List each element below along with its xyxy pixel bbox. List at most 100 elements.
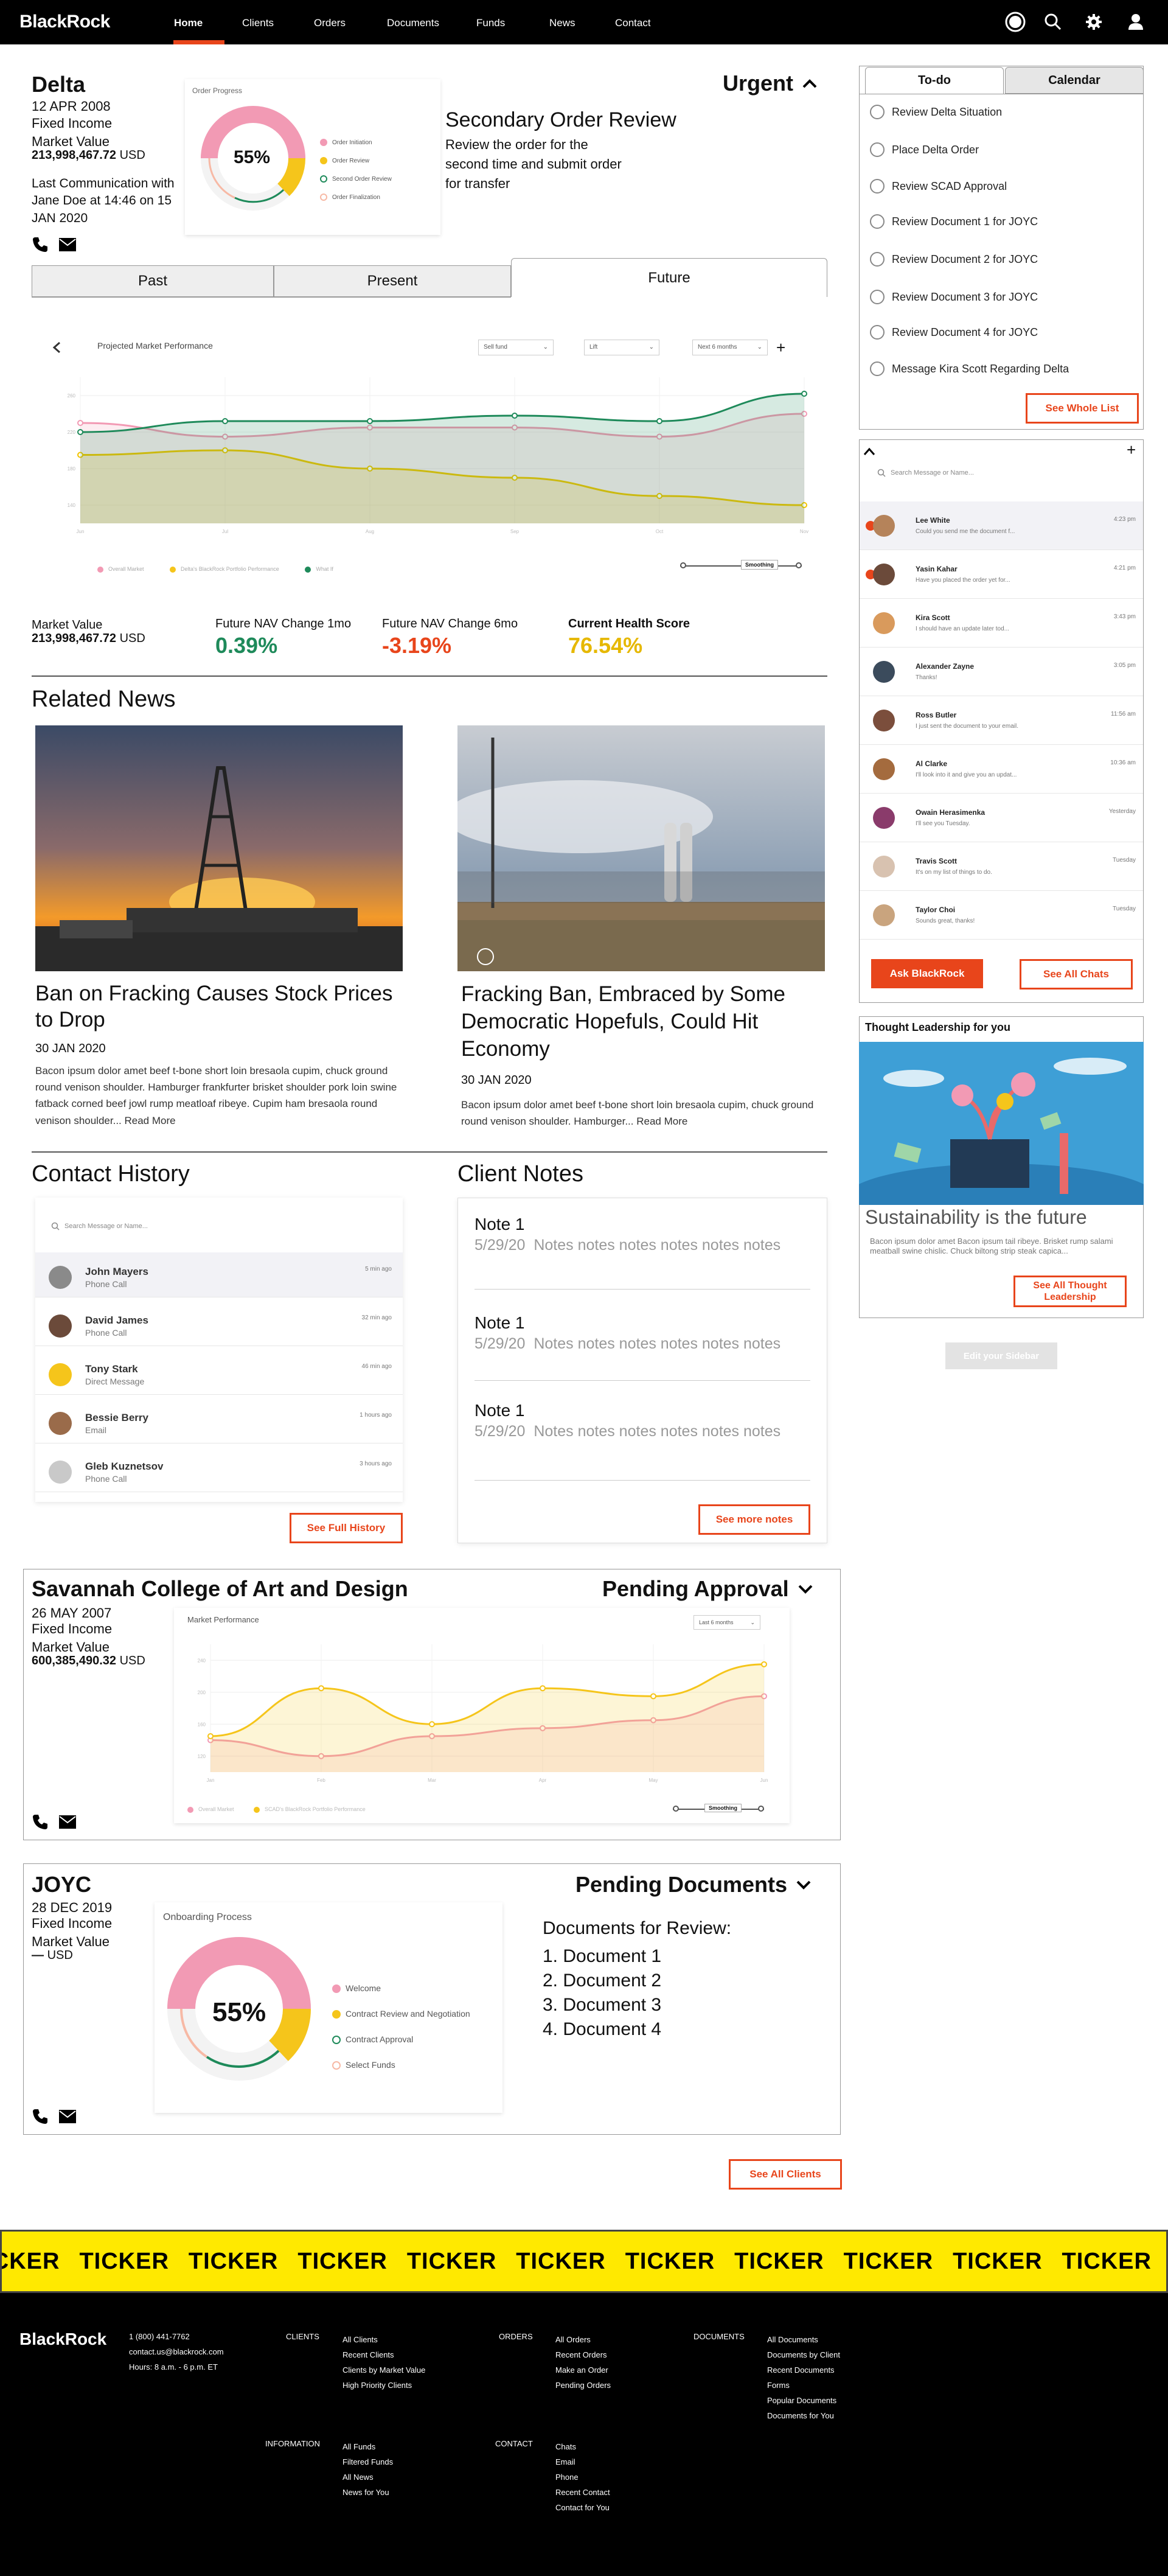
- priority-toggle[interactable]: Urgent: [723, 71, 818, 96]
- checkbox[interactable]: [870, 252, 885, 267]
- range-select[interactable]: Last 6 months ⌄: [693, 1615, 760, 1630]
- email-icon[interactable]: [58, 1815, 77, 1832]
- ask-blackrock-button[interactable]: Ask BlackRock: [871, 959, 983, 988]
- tab-past[interactable]: Past: [32, 265, 274, 297]
- checkbox[interactable]: [870, 325, 885, 340]
- ticker-item[interactable]: TICKER: [407, 2249, 496, 2275]
- footer-link[interactable]: Filtered Funds: [342, 2454, 393, 2470]
- see-all-chats-button[interactable]: See All Chats: [1020, 959, 1133, 990]
- contact-row[interactable]: David James Phone Call 32 min ago: [35, 1301, 403, 1346]
- footer-link[interactable]: All Funds: [342, 2439, 393, 2454]
- tab-future[interactable]: Future: [511, 258, 827, 297]
- note-title[interactable]: Note 1: [474, 1215, 525, 1234]
- doc-item[interactable]: 2. Document 2: [543, 1970, 661, 1991]
- news-headline-1[interactable]: Ban on Fracking Causes Stock Prices to D…: [35, 981, 403, 1033]
- chevron-up-icon[interactable]: [863, 447, 876, 456]
- footer-email[interactable]: contact.us@blackrock.com: [129, 2347, 224, 2356]
- tab-calendar[interactable]: Calendar: [1005, 67, 1144, 94]
- see-more-notes-button[interactable]: See more notes: [698, 1504, 810, 1535]
- ticker-item[interactable]: TICKER: [1062, 2249, 1152, 2275]
- contact-search[interactable]: Search Message or Name...: [51, 1222, 148, 1230]
- doc-item[interactable]: 4. Document 4: [543, 2019, 661, 2040]
- contact-row[interactable]: Bessie Berry Email 1 hours ago: [35, 1398, 403, 1443]
- nav-contact[interactable]: Contact: [615, 17, 651, 29]
- add-icon[interactable]: +: [776, 338, 785, 357]
- todo-item[interactable]: Place Delta Order: [870, 142, 979, 157]
- blackrock-logo[interactable]: BlackRock: [19, 12, 110, 32]
- news-headline-2[interactable]: Fracking Ban, Embraced by Some Democrati…: [461, 981, 826, 1063]
- doc-item[interactable]: 3. Document 3: [543, 1995, 661, 2016]
- sell-fund-select[interactable]: Sell fund ⌄: [478, 340, 554, 355]
- footer-link[interactable]: Forms: [767, 2378, 840, 2393]
- chevron-left-icon[interactable]: [51, 341, 62, 354]
- chat-row[interactable]: Kira Scott I should have an update later …: [860, 599, 1143, 647]
- footer-link[interactable]: All Clients: [342, 2332, 425, 2347]
- profile-ring-icon[interactable]: [1005, 12, 1026, 32]
- doc-item[interactable]: 1. Document 1: [543, 1946, 661, 1967]
- note-title[interactable]: Note 1: [474, 1313, 525, 1333]
- footer-link[interactable]: Chats: [555, 2439, 610, 2454]
- nav-orders[interactable]: Orders: [314, 17, 346, 29]
- footer-phone[interactable]: 1 (800) 441-7762: [129, 2332, 190, 2341]
- thought-leadership-title[interactable]: Sustainability is the future: [865, 1206, 1087, 1229]
- footer-link[interactable]: Documents for You: [767, 2408, 840, 2423]
- checkbox[interactable]: [870, 179, 885, 194]
- footer-link[interactable]: Recent Documents: [767, 2362, 840, 2378]
- status-toggle[interactable]: Pending Approval: [602, 1576, 813, 1602]
- email-icon[interactable]: [58, 237, 77, 255]
- checkbox[interactable]: [870, 290, 885, 304]
- gear-icon[interactable]: [1083, 12, 1104, 32]
- nav-news[interactable]: News: [549, 17, 575, 29]
- chat-row[interactable]: Al Clarke I'll look into it and give you …: [860, 745, 1143, 794]
- footer-link[interactable]: Recent Contact: [555, 2485, 610, 2500]
- edit-sidebar-button[interactable]: Edit your Sidebar: [945, 1342, 1057, 1369]
- chat-row[interactable]: Yasin Kahar Have you placed the order yet…: [860, 550, 1143, 599]
- image-play-icon[interactable]: [477, 948, 494, 965]
- phone-icon[interactable]: [32, 2108, 49, 2128]
- contact-row[interactable]: Gleb Kuznetsov Phone Call 3 hours ago: [35, 1447, 403, 1492]
- footer-link[interactable]: News for You: [342, 2485, 393, 2500]
- footer-link[interactable]: Phone: [555, 2470, 610, 2485]
- footer-link[interactable]: Clients by Market Value: [342, 2362, 425, 2378]
- footer-link[interactable]: Recent Clients: [342, 2347, 425, 2362]
- footer-link[interactable]: Email: [555, 2454, 610, 2470]
- footer-link[interactable]: All News: [342, 2470, 393, 2485]
- footer-link[interactable]: All Documents: [767, 2332, 840, 2347]
- footer-link[interactable]: Pending Orders: [555, 2378, 611, 2393]
- footer-link[interactable]: Popular Documents: [767, 2393, 840, 2408]
- client-name[interactable]: Delta: [32, 72, 85, 97]
- todo-item[interactable]: Review Delta Situation: [870, 105, 1002, 119]
- chat-row[interactable]: Travis Scott It's on my list of things to…: [860, 842, 1143, 891]
- footer-link[interactable]: All Orders: [555, 2332, 611, 2347]
- ticker-item[interactable]: TICKER: [79, 2249, 169, 2275]
- chat-row[interactable]: Ross Butler I just sent the document to y…: [860, 696, 1143, 745]
- ticker-item[interactable]: TICKER: [189, 2249, 278, 2275]
- footer-link[interactable]: Make an Order: [555, 2362, 611, 2378]
- range-select[interactable]: Next 6 months ⌄: [692, 340, 768, 355]
- note-title[interactable]: Note 1: [474, 1401, 525, 1420]
- footer-logo[interactable]: BlackRock: [19, 2330, 106, 2349]
- chat-row[interactable]: Owain Herasimenka I'll see you Tuesday. Ye…: [860, 794, 1143, 842]
- smoothing-slider[interactable]: Smoothing: [673, 1804, 764, 1815]
- phone-icon[interactable]: [32, 1813, 49, 1834]
- news-image-2[interactable]: [457, 725, 825, 971]
- new-chat-icon[interactable]: +: [1127, 441, 1136, 459]
- footer-link[interactable]: High Priority Clients: [342, 2378, 425, 2393]
- lift-select[interactable]: Lift ⌄: [584, 340, 659, 355]
- chat-row[interactable]: Taylor Choi Sounds great, thanks! Tuesday: [860, 891, 1143, 940]
- todo-item[interactable]: Review SCAD Approval: [870, 179, 1007, 194]
- ticker-item[interactable]: TICKER: [297, 2249, 387, 2275]
- todo-item[interactable]: Message Kira Scott Regarding Delta: [870, 361, 1069, 376]
- todo-item[interactable]: Review Document 1 for JOYC: [870, 214, 1038, 229]
- chat-row[interactable]: Alexander Zayne Thanks! 3:05 pm: [860, 647, 1143, 696]
- footer-link[interactable]: Recent Orders: [555, 2347, 611, 2362]
- client-name[interactable]: JOYC: [32, 1872, 91, 1897]
- footer-link[interactable]: Documents by Client: [767, 2347, 840, 2362]
- news-image-1[interactable]: [35, 725, 403, 971]
- nav-documents[interactable]: Documents: [387, 17, 439, 29]
- tab-present[interactable]: Present: [274, 265, 511, 297]
- checkbox[interactable]: [870, 142, 885, 157]
- ticker-item[interactable]: TICKER: [2, 2249, 60, 2275]
- see-whole-list-button[interactable]: See Whole List: [1026, 393, 1139, 424]
- checkbox[interactable]: [870, 214, 885, 229]
